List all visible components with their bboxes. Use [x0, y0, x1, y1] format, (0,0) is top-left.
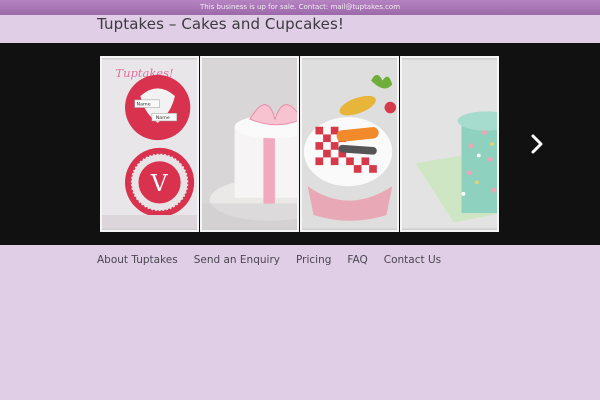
svg-text:Name: Name — [156, 115, 170, 121]
nav-contact-us[interactable]: Contact Us — [384, 254, 441, 270]
sale-notice-bar: This business is up for sale. Contact: m… — [0, 0, 600, 15]
slide-mint-polka-cake[interactable] — [400, 56, 499, 232]
site-header: Tuptakes – Cakes and Cupcakes! — [0, 15, 600, 43]
mint-polka-cake-image — [402, 59, 497, 229]
vegetable-cupcake-image — [302, 59, 397, 229]
nav-send-enquiry[interactable]: Send an Enquiry — [194, 254, 280, 270]
slide-vegetable-cupcake[interactable] — [300, 56, 399, 232]
nav-pricing[interactable]: Pricing — [296, 254, 331, 270]
sale-notice-text: This business is up for sale. Contact: m… — [199, 3, 401, 11]
chevron-right-icon[interactable] — [525, 131, 549, 157]
slide-pink-bow-cake[interactable] — [200, 56, 299, 232]
slide-cupcakes-heart[interactable]: Tuptakes! Name Name V — [100, 56, 199, 232]
nav-faq[interactable]: FAQ — [347, 254, 367, 270]
nav-about-tuptakes[interactable]: About Tuptakes — [97, 254, 178, 270]
svg-text:Name: Name — [137, 102, 151, 108]
image-slider: Tuptakes! Name Name V — [0, 43, 600, 245]
cupcakes-image: Tuptakes! Name Name V — [102, 59, 197, 229]
site-title[interactable]: Tuptakes – Cakes and Cupcakes! — [97, 15, 344, 33]
main-navigation: About Tuptakes Send an Enquiry Pricing F… — [97, 254, 441, 270]
pink-bow-cake-image — [202, 59, 297, 229]
svg-text:V: V — [150, 171, 168, 197]
